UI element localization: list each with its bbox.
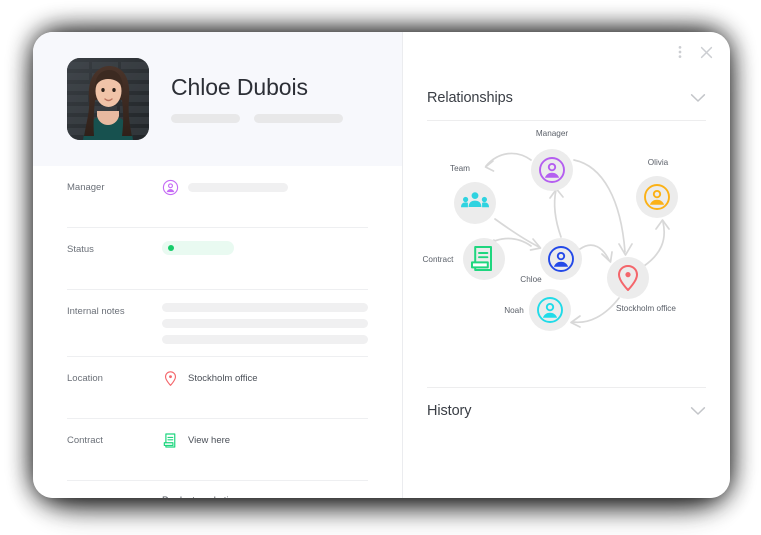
detail-label-role: Role	[67, 494, 162, 498]
relationships-title: Relationships	[427, 90, 513, 106]
detail-value-location: Stockholm office	[162, 370, 368, 387]
graph-node-noah[interactable]: Noah	[504, 289, 571, 331]
profile-header-text: Chloe Dubois	[171, 74, 343, 123]
history-header[interactable]: History	[427, 387, 706, 419]
detail-row-location: Location Stockholm office	[67, 357, 368, 419]
graph-label-contract: Contract	[423, 255, 455, 264]
detail-list: Manager Status Internal notes Location S…	[33, 166, 402, 498]
chevron-down-icon[interactable]	[690, 406, 706, 416]
relationships-header[interactable]: Relationships	[427, 90, 706, 121]
contract-link[interactable]: View here	[188, 434, 230, 448]
edge-stockholm-noah	[572, 297, 620, 324]
profile-header: Chloe Dubois	[33, 32, 402, 166]
subtitle-placeholder-1	[171, 113, 240, 123]
manager-value-placeholder	[188, 183, 288, 192]
relationships-panel: Relationships Manager Team Olivia Chloe …	[403, 32, 730, 498]
edge-arrow-stockholm-olivia	[655, 219, 670, 230]
history-title: History	[427, 403, 472, 419]
detail-value-role: Product marketing manager	[162, 494, 368, 498]
subtitle-placeholder-2	[254, 113, 343, 123]
graph-node-stockholm-office[interactable]: Stockholm office	[607, 257, 676, 313]
edge-manager-stockholm	[573, 159, 626, 253]
graph-node-contract[interactable]: Contract	[423, 238, 505, 280]
graph-label-noah: Noah	[504, 306, 524, 315]
detail-row-status: Status	[67, 228, 368, 290]
graph-label-manager: Manager	[536, 129, 569, 138]
detail-row-role: Role Product marketing manager	[67, 481, 368, 498]
page-title: Chloe Dubois	[171, 74, 308, 101]
graph-edges	[484, 152, 670, 328]
detail-value-manager	[162, 179, 368, 196]
section-relationships: Relationships	[427, 90, 706, 121]
chevron-down-icon[interactable]	[690, 93, 706, 103]
location-value: Stockholm office	[188, 372, 258, 384]
detail-label-manager: Manager	[67, 182, 105, 193]
graph-nodes: Manager Team Olivia Chloe Contract Stock…	[423, 129, 678, 331]
section-history: History	[427, 387, 706, 419]
detail-row-internal-notes: Internal notes	[67, 290, 368, 357]
detail-row-manager: Manager	[67, 166, 368, 228]
detail-value-contract[interactable]: View here	[162, 432, 368, 449]
graph-label-team: Team	[450, 164, 470, 173]
graph-label-chloe: Chloe	[520, 275, 542, 284]
close-icon[interactable]	[699, 45, 714, 60]
edge-chloe-stockholm	[579, 244, 610, 261]
detail-value-status	[162, 241, 368, 255]
detail-label-internal-notes: Internal notes	[67, 306, 125, 317]
notes-placeholder-1	[162, 303, 368, 312]
person-photo-icon	[67, 58, 149, 140]
detail-value-internal-notes	[162, 303, 368, 344]
graph-node-team[interactable]: Team	[450, 164, 496, 224]
edge-team-chloe	[494, 218, 540, 248]
edge-chloe-manager	[553, 189, 562, 238]
more-options-icon[interactable]	[673, 44, 687, 60]
profile-detail-panel: Chloe Dubois Manager Status Internal not…	[33, 32, 403, 498]
person-circle-icon	[162, 179, 179, 196]
window-controls	[673, 44, 714, 60]
graph-node-olivia[interactable]: Olivia	[636, 158, 678, 218]
document-icon	[163, 433, 176, 448]
map-pin-icon	[164, 371, 177, 386]
notes-placeholder-2	[162, 319, 368, 328]
profile-card: Chloe Dubois Manager Status Internal not…	[33, 32, 730, 498]
edge-stockholm-olivia	[643, 221, 665, 267]
detail-label-location: Location	[67, 373, 103, 384]
graph-node-manager[interactable]: Manager	[531, 129, 573, 191]
edge-manager-team	[485, 152, 532, 167]
role-value: Product marketing manager	[162, 494, 279, 498]
relationship-graph: Manager Team Olivia Chloe Contract Stock…	[413, 124, 713, 344]
graph-label-stockholm-office: Stockholm office	[616, 304, 676, 313]
graph-label-olivia: Olivia	[648, 158, 669, 167]
detail-label-status: Status	[67, 244, 94, 255]
status-badge	[162, 241, 234, 255]
subtitle-placeholders	[171, 113, 343, 123]
status-dot-icon	[168, 245, 174, 251]
notes-placeholder-3	[162, 335, 368, 344]
detail-label-contract: Contract	[67, 435, 103, 446]
relationship-graph-svg: Manager Team Olivia Chloe Contract Stock…	[423, 129, 678, 331]
screenshot-stage: Chloe Dubois Manager Status Internal not…	[0, 0, 761, 535]
avatar	[67, 58, 149, 140]
detail-row-contract: Contract View here	[67, 419, 368, 481]
